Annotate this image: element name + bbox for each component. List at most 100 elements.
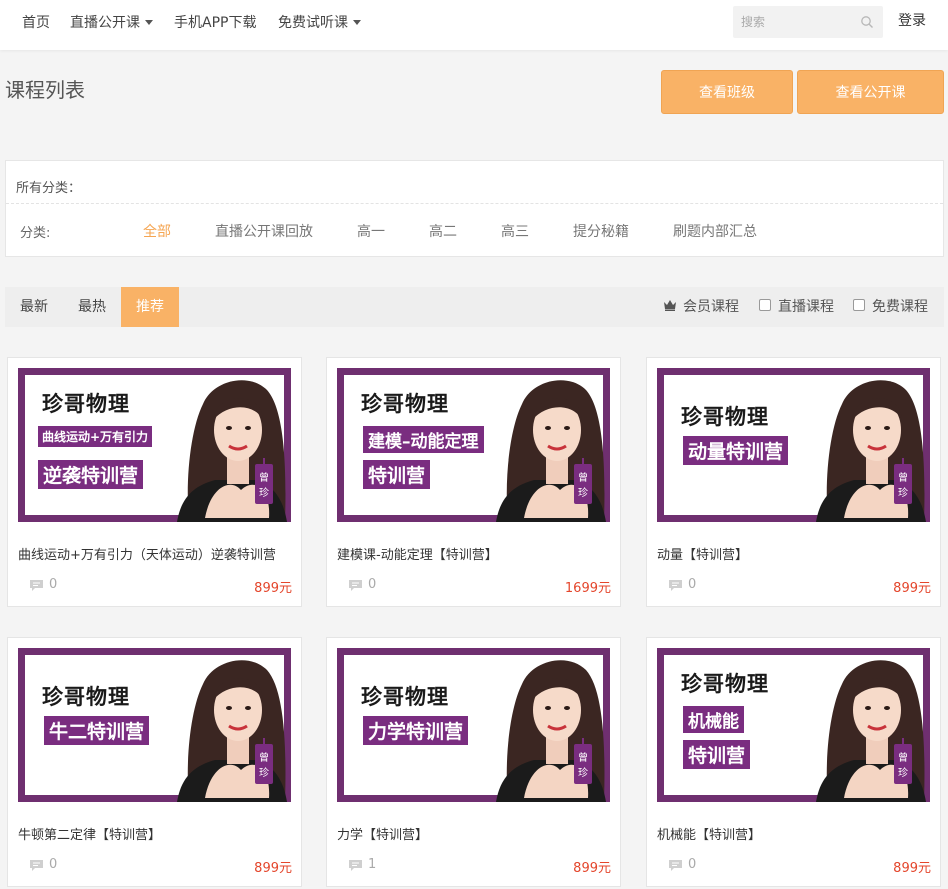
comment-count: 0: [368, 577, 377, 592]
category-item-score-tips[interactable]: 提分秘籍: [573, 221, 629, 241]
course-thumbnail[interactable]: 珍哥物理 动量特训营 曾 珍: [657, 368, 930, 522]
course-thumbnail[interactable]: 珍哥物理 机械能 特训营 曾 珍: [657, 648, 930, 802]
view-class-button[interactable]: 查看班级: [661, 70, 793, 114]
badge-text-1: 曾: [898, 471, 908, 484]
course-card[interactable]: 珍哥物理 牛二特训营 曾 珍 牛顿第二定律【特训营】 0 899元: [7, 637, 302, 887]
search-box: [733, 6, 883, 38]
course-price: 899元: [254, 581, 292, 596]
sort-tab-hottest[interactable]: 最热: [63, 287, 121, 327]
divider: [6, 203, 943, 204]
comment-count: 0: [49, 577, 58, 592]
chevron-down-icon: [145, 19, 153, 25]
crown-icon: [664, 300, 676, 311]
thumbnail-main-title: 力学特训营: [363, 716, 469, 745]
live-course-checkbox[interactable]: [759, 299, 771, 311]
sort-bar: 最新 最热 推荐 会员课程 直播课程 免费课程: [5, 287, 944, 327]
course-thumbnail[interactable]: 珍哥物理 牛二特训营 曾 珍: [18, 648, 291, 802]
badge-text-1: 曾: [578, 751, 588, 764]
course-title[interactable]: 建模课-动能定理【特训营】: [337, 544, 607, 563]
thumbnail-main-title: 动量特训营: [683, 436, 789, 465]
login-link[interactable]: 登录: [898, 0, 926, 42]
course-thumbnail[interactable]: 珍哥物理 建模–动能定理 特训营 曾 珍: [337, 368, 610, 522]
thumbnail-brand: 珍哥物理: [42, 685, 130, 709]
comment-count: 0: [688, 857, 697, 872]
course-price: 1699元: [564, 581, 611, 596]
top-navbar: 首页 直播公开课 手机APP下载 免费试听课 登录: [0, 0, 948, 50]
search-icon[interactable]: [860, 15, 874, 29]
instructor-photo: 曾 珍: [177, 660, 287, 802]
search-input[interactable]: [733, 6, 853, 38]
instructor-photo: 曾 珍: [496, 380, 606, 522]
comment-icon: [349, 860, 362, 871]
category-item-grade-12[interactable]: 高三: [501, 221, 529, 241]
thumbnail-subtitle: 曲线运动+万有引力: [38, 426, 153, 447]
course-title[interactable]: 牛顿第二定律【特训营】: [18, 824, 288, 843]
sort-tab-newest[interactable]: 最新: [5, 287, 63, 327]
comment-count: 1: [368, 857, 377, 872]
thumbnail-subtitle: 建模–动能定理: [363, 426, 484, 453]
course-price: 899元: [254, 861, 292, 876]
chevron-down-icon: [353, 19, 361, 25]
comment-count: 0: [49, 857, 58, 872]
category-item-grade-10[interactable]: 高一: [357, 221, 385, 241]
instructor-photo: 曾 珍: [816, 380, 926, 522]
thumbnail-brand: 珍哥物理: [681, 405, 769, 429]
course-thumbnail[interactable]: 珍哥物理 曲线运动+万有引力 逆袭特训营 曾 珍: [18, 368, 291, 522]
comment-icon: [349, 580, 362, 591]
thumbnail-main-title: 特训营: [683, 740, 751, 769]
thumbnail-brand: 珍哥物理: [361, 392, 449, 416]
thumbnail-brand: 珍哥物理: [42, 392, 130, 416]
filter-member-course[interactable]: 会员课程: [663, 287, 739, 327]
course-title[interactable]: 曲线运动+万有引力（天体运动）逆袭特训营: [18, 544, 288, 563]
instructor-photo: 曾 珍: [816, 660, 926, 802]
course-card[interactable]: 珍哥物理 机械能 特训营 曾 珍 机械能【特训营】 0 899元: [646, 637, 941, 887]
category-item-live-replay[interactable]: 直播公开课回放: [215, 221, 313, 241]
category-label: 分类:: [20, 226, 51, 241]
nav-item-app-download[interactable]: 手机APP下载: [174, 0, 256, 46]
thumbnail-brand: 珍哥物理: [361, 685, 449, 709]
filter-free-course[interactable]: 免费课程: [853, 287, 928, 327]
category-item-all[interactable]: 全部: [143, 221, 171, 241]
course-title[interactable]: 动量【特训营】: [657, 544, 927, 563]
badge-text-1: 曾: [259, 751, 269, 764]
badge-text-2: 珍: [259, 767, 269, 779]
thumbnail-main-title: 逆袭特训营: [38, 460, 144, 489]
comment-count: 0: [688, 577, 697, 592]
view-public-course-button[interactable]: 查看公开课: [797, 70, 944, 114]
course-card[interactable]: 珍哥物理 动量特训营 曾 珍 动量【特训营】 0 899元: [646, 357, 941, 607]
badge-text-2: 珍: [898, 767, 908, 779]
category-item-practice-summary[interactable]: 刷题内部汇总: [673, 221, 757, 241]
page-title: 课程列表: [5, 78, 85, 102]
nav-item-home[interactable]: 首页: [22, 0, 50, 46]
course-thumbnail[interactable]: 珍哥物理 力学特训营 曾 珍: [337, 648, 610, 802]
badge-text-1: 曾: [898, 751, 908, 764]
category-item-grade-11[interactable]: 高二: [429, 221, 457, 241]
course-card[interactable]: 珍哥物理 建模–动能定理 特训营 曾 珍 建模课-动能定理【特训营】 0 169…: [326, 357, 621, 607]
comment-icon: [30, 860, 43, 871]
instructor-photo: 曾 珍: [177, 380, 287, 522]
nav-item-free-trial[interactable]: 免费试听课: [278, 0, 361, 46]
thumbnail-main-title: 特训营: [363, 460, 431, 489]
filter-live-course[interactable]: 直播课程: [759, 287, 834, 327]
badge-text-2: 珍: [898, 487, 908, 499]
free-course-checkbox[interactable]: [853, 299, 865, 311]
course-price: 899元: [893, 581, 931, 596]
category-panel: 所有分类： 分类: 全部 直播公开课回放 高一 高二 高三 提分秘籍 刷题内部汇…: [5, 160, 944, 257]
course-card[interactable]: 珍哥物理 力学特训营 曾 珍 力学【特训营】 1 899元: [326, 637, 621, 887]
instructor-photo: 曾 珍: [496, 660, 606, 802]
badge-text-2: 珍: [578, 767, 588, 779]
category-header: 所有分类：: [16, 181, 82, 196]
thumbnail-subtitle: 机械能: [683, 706, 744, 733]
comment-icon: [30, 580, 43, 591]
course-price: 899元: [893, 861, 931, 876]
course-price: 899元: [573, 861, 611, 876]
badge-text-1: 曾: [259, 471, 269, 484]
comment-icon: [669, 860, 682, 871]
sort-tab-recommended[interactable]: 推荐: [121, 287, 179, 327]
course-card[interactable]: 珍哥物理 曲线运动+万有引力 逆袭特训营 曾 珍 曲线运动+万有引力（天体运动）…: [7, 357, 302, 607]
badge-text-2: 珍: [578, 487, 588, 499]
nav-item-live-course[interactable]: 直播公开课: [70, 0, 153, 46]
course-title[interactable]: 力学【特训营】: [337, 824, 607, 843]
course-title[interactable]: 机械能【特训营】: [657, 824, 927, 843]
badge-text-2: 珍: [259, 487, 269, 499]
